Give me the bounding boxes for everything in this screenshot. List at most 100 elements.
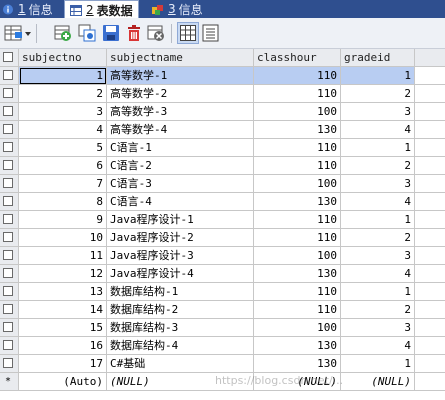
cell-subjectno[interactable]: 9 [19,211,107,229]
table-row[interactable]: 5 C语言-1 110 1 [0,139,445,157]
cell-subjectname[interactable]: 数据库结构-4 [107,337,254,355]
select-all-checkbox[interactable] [3,52,13,62]
column-header-subjectname[interactable]: subjectname [107,49,254,67]
cell-gradeid[interactable]: 3 [341,103,415,121]
row-checkbox[interactable] [3,106,13,116]
cell-gradeid[interactable]: 3 [341,175,415,193]
insert-row-icon[interactable] [54,24,72,42]
table-row[interactable]: 15 数据库结构-3 100 3 [0,319,445,337]
cell-gradeid[interactable]: 1 [341,355,415,373]
table-row[interactable]: 1 高等数学-1 110 1 [0,67,445,85]
duplicate-row-icon[interactable] [78,24,96,42]
row-selector[interactable] [0,247,19,265]
cell-subjectno[interactable]: 5 [19,139,107,157]
row-checkbox[interactable] [3,124,13,134]
cell-gradeid[interactable]: 1 [341,211,415,229]
row-checkbox[interactable] [3,358,13,368]
row-selector[interactable] [0,283,19,301]
cell-subjectname[interactable]: 高等数学-4 [107,121,254,139]
table-row[interactable]: 8 C语言-4 130 4 [0,193,445,211]
new-row[interactable]: * (Auto) (NULL) (NULL) (NULL) [0,373,445,391]
row-checkbox[interactable] [3,340,13,350]
table-row[interactable]: 16 数据库结构-4 130 4 [0,337,445,355]
cell-subjectno[interactable]: (Auto) [19,373,107,391]
row-checkbox[interactable] [3,286,13,296]
table-row[interactable]: 11 Java程序设计-3 100 3 [0,247,445,265]
grid-view-dropdown-icon[interactable] [4,24,32,42]
cell-subjectname[interactable]: C语言-1 [107,139,254,157]
cell-gradeid[interactable]: 3 [341,247,415,265]
cell-classhour[interactable]: 130 [254,355,341,373]
cell-subjectname[interactable]: 数据库结构-3 [107,319,254,337]
select-all-cell[interactable] [0,49,19,67]
table-row[interactable]: 17 C#基础 130 1 [0,355,445,373]
cell-subjectname[interactable]: 数据库结构-1 [107,283,254,301]
cell-subjectname[interactable]: 高等数学-3 [107,103,254,121]
row-checkbox[interactable] [3,142,13,152]
cell-gradeid[interactable]: 1 [341,283,415,301]
row-selector[interactable] [0,175,19,193]
row-checkbox[interactable] [3,214,13,224]
cell-subjectno[interactable]: 4 [19,121,107,139]
table-row[interactable]: 12 Java程序设计-4 130 4 [0,265,445,283]
table-row[interactable]: 3 高等数学-3 100 3 [0,103,445,121]
row-checkbox[interactable] [3,304,13,314]
cell-subjectname[interactable]: (NULL) [107,373,254,391]
row-selector[interactable] [0,139,19,157]
cell-subjectname[interactable]: C语言-3 [107,175,254,193]
cell-subjectno[interactable]: 17 [19,355,107,373]
cell-subjectno[interactable]: 16 [19,337,107,355]
cell-gradeid[interactable]: 2 [341,157,415,175]
cell-subjectname[interactable]: C语言-4 [107,193,254,211]
row-selector[interactable] [0,301,19,319]
cell-subjectno[interactable]: 15 [19,319,107,337]
cell-classhour[interactable]: 100 [254,175,341,193]
cell-subjectno[interactable]: 3 [19,103,107,121]
row-selector[interactable] [0,265,19,283]
column-header-gradeid[interactable]: gradeid [341,49,415,67]
cell-classhour[interactable]: 130 [254,265,341,283]
row-checkbox[interactable] [3,178,13,188]
cell-subjectname[interactable]: Java程序设计-1 [107,211,254,229]
table-row[interactable]: 10 Java程序设计-2 110 2 [0,229,445,247]
cell-classhour[interactable]: 110 [254,301,341,319]
cell-gradeid[interactable]: 4 [341,337,415,355]
cancel-changes-icon[interactable] [147,24,165,42]
row-selector[interactable] [0,193,19,211]
tab-table-data[interactable]: 2 表数据 [64,0,139,19]
cell-subjectno[interactable]: 6 [19,157,107,175]
row-selector[interactable] [0,355,19,373]
cell-classhour[interactable]: 110 [254,67,341,85]
table-row[interactable]: 7 C语言-3 100 3 [0,175,445,193]
cell-classhour[interactable]: 100 [254,247,341,265]
cell-gradeid[interactable]: 1 [341,67,415,85]
cell-gradeid[interactable]: 2 [341,301,415,319]
cell-subjectno[interactable]: 10 [19,229,107,247]
cell-subjectno[interactable]: 2 [19,85,107,103]
cell-subjectname[interactable]: Java程序设计-4 [107,265,254,283]
form-view-icon[interactable] [202,24,220,42]
cell-subjectno[interactable]: 11 [19,247,107,265]
cell-subjectname[interactable]: C语言-2 [107,157,254,175]
table-row[interactable]: 9 Java程序设计-1 110 1 [0,211,445,229]
cell-subjectno[interactable]: 12 [19,265,107,283]
table-row[interactable]: 2 高等数学-2 110 2 [0,85,445,103]
cell-subjectname[interactable]: 高等数学-2 [107,85,254,103]
cell-classhour[interactable]: 100 [254,319,341,337]
row-selector[interactable] [0,211,19,229]
cell-classhour[interactable]: 110 [254,283,341,301]
cell-gradeid[interactable]: 4 [341,193,415,211]
cell-classhour[interactable]: 110 [254,229,341,247]
row-checkbox[interactable] [3,232,13,242]
delete-icon[interactable] [125,24,143,42]
cell-subjectno[interactable]: 13 [19,283,107,301]
row-selector[interactable] [0,67,19,85]
cell-gradeid[interactable]: 4 [341,121,415,139]
tab-info-1[interactable]: 1 信息 [2,0,53,18]
column-header-subjectno[interactable]: subjectno [19,49,107,67]
cell-classhour[interactable]: 130 [254,121,341,139]
cell-classhour[interactable]: (NULL) [254,373,341,391]
cell-subjectname[interactable]: 高等数学-1 [107,67,254,85]
cell-gradeid[interactable]: 3 [341,319,415,337]
row-checkbox[interactable] [3,322,13,332]
